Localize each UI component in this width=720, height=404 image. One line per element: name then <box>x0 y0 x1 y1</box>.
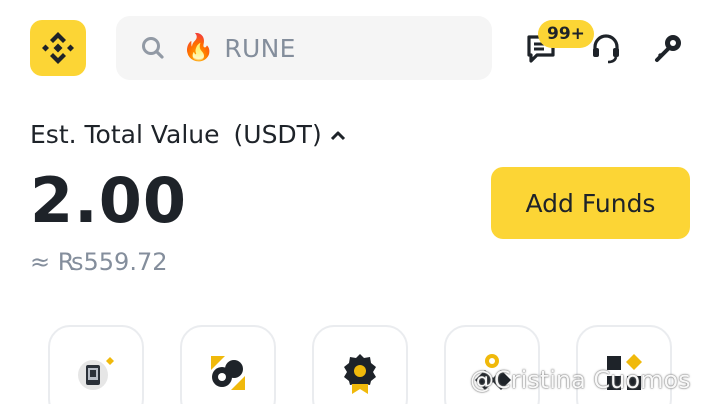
currency-unit: (USDT) <box>233 120 322 149</box>
binance-logo-icon <box>42 32 74 64</box>
fiat-approx-value: ≈ ₨559.72 <box>30 248 168 276</box>
support-headset-icon[interactable] <box>586 28 626 68</box>
binance-logo[interactable] <box>30 20 86 76</box>
shortcut-rewards[interactable] <box>312 325 408 404</box>
add-funds-button[interactable]: Add Funds <box>491 167 690 239</box>
total-balance-value: 2.00 <box>30 164 187 237</box>
watermark-text: @Cristina Cuomos <box>470 366 691 394</box>
sparkle-key-icon[interactable] <box>648 28 688 68</box>
shortcut-nft[interactable] <box>48 325 144 404</box>
fire-icon: 🔥 <box>182 33 215 63</box>
search-bar[interactable]: 🔥 RUNE <box>116 16 492 80</box>
rewards-badge-icon <box>344 354 376 394</box>
shortcut-launchpool[interactable] <box>180 325 276 404</box>
nft-icon <box>78 357 114 390</box>
chevron-up-icon[interactable] <box>330 129 346 141</box>
est-total-value-label[interactable]: Est. Total Value (USDT) <box>30 120 346 149</box>
est-total-value-text: Est. Total Value <box>30 120 220 149</box>
search-icon <box>138 33 168 63</box>
launchpool-icon <box>211 356 245 390</box>
search-query: RUNE <box>224 33 296 63</box>
